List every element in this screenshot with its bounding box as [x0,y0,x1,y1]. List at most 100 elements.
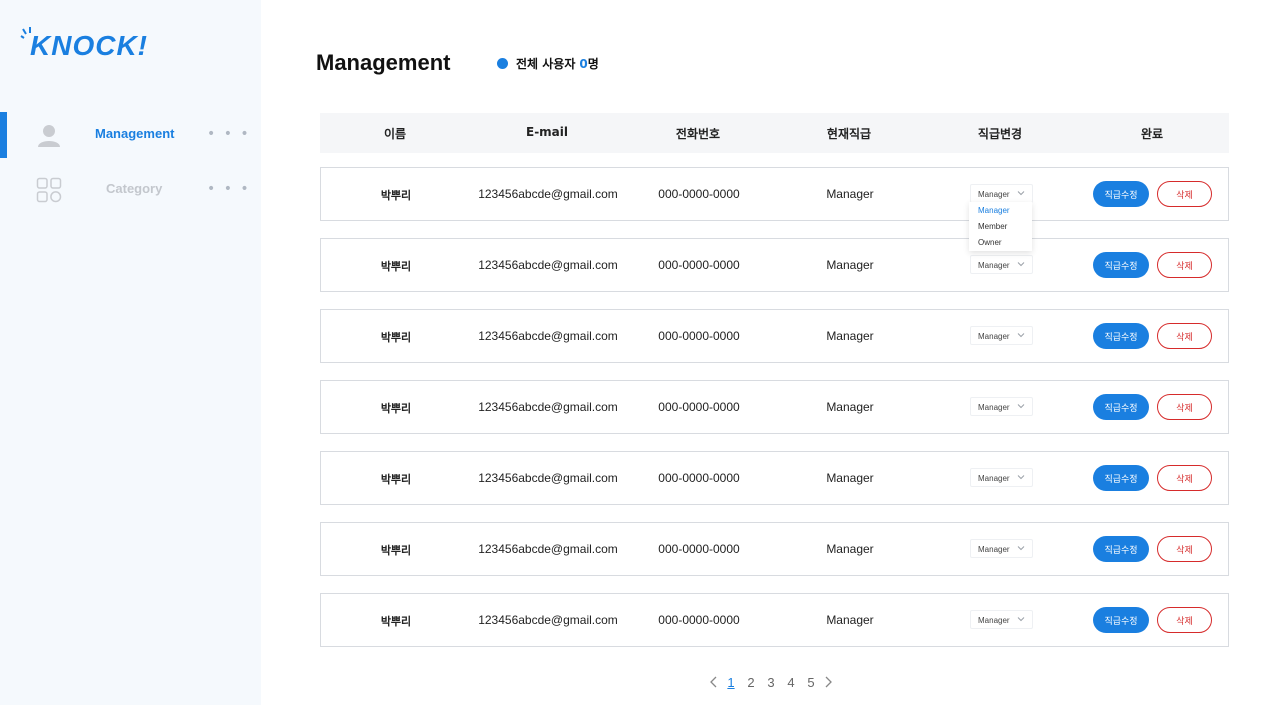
role-select[interactable]: Manager [970,326,1033,345]
role-select-value: Manager [978,403,1010,412]
role-select-value: Manager [978,474,1010,483]
user-name: 박뿌리 [380,402,412,415]
delete-button[interactable]: 삭제 [1157,607,1212,633]
table-row: 박뿌리 123456abcde@gmail.com 000-0000-0000 … [320,522,1229,576]
user-phone: 000-0000-0000 [658,542,740,556]
role-select-value: Manager [978,545,1010,554]
role-select-value: Manager [978,190,1010,199]
delete-button[interactable]: 삭제 [1157,323,1212,349]
edit-role-button[interactable]: 직급수정 [1093,323,1149,349]
user-phone: 000-0000-0000 [658,329,740,343]
user-count-label: 전체 사용자 [516,57,576,71]
dropdown-option-member[interactable]: Member [978,222,1007,231]
edit-role-button[interactable]: 직급수정 [1093,181,1149,207]
edit-role-button[interactable]: 직급수정 [1093,394,1149,420]
current-role: Manager [826,400,874,414]
chevron-left-icon[interactable] [707,675,721,689]
table-row: 박뿌리 123456abcde@gmail.com 000-0000-0000 … [320,593,1229,647]
chevron-down-icon [1017,617,1025,622]
sidebar-item-category[interactable]: Category • • • [0,167,261,213]
delete-button[interactable]: 삭제 [1157,536,1212,562]
chevron-down-icon [1017,191,1025,196]
chevron-right-icon[interactable] [821,675,835,689]
user-name: 박뿌리 [380,615,412,628]
status-dot [497,58,508,69]
sidebar-item-label: Management [95,126,175,141]
edit-role-button[interactable]: 직급수정 [1093,252,1149,278]
table-row: 박뿌리 123456abcde@gmail.com 000-0000-0000 … [320,167,1229,221]
role-select[interactable]: Manager [970,539,1033,558]
page-title: Management [316,50,451,75]
dropdown-option-manager[interactable]: Manager [978,206,1010,215]
role-select[interactable]: Manager [970,255,1033,274]
table-row: 박뿌리 123456abcde@gmail.com 000-0000-0000 … [320,309,1229,363]
grid-icon [36,177,62,203]
sidebar-item-label: Category [106,181,163,196]
user-count: 전체 사용자 0 명 [497,55,599,72]
edit-role-button[interactable]: 직급수정 [1093,465,1149,491]
logo[interactable]: KNOCK! [20,24,160,64]
page-1[interactable]: 1 [721,675,741,690]
edit-role-button[interactable]: 직급수정 [1093,536,1149,562]
role-select[interactable]: Manager [970,468,1033,487]
user-name: 박뿌리 [380,189,412,202]
user-email: 123456abcde@gmail.com [478,400,618,414]
role-select-value: Manager [978,261,1010,270]
delete-button[interactable]: 삭제 [1157,465,1212,491]
table-header: 이름 E-mail 전화번호 현재직급 직급변경 완료 [320,113,1229,153]
column-header-name: 이름 [383,127,407,141]
table-row: 박뿌리 123456abcde@gmail.com 000-0000-0000 … [320,451,1229,505]
user-phone: 000-0000-0000 [658,400,740,414]
delete-button[interactable]: 삭제 [1157,394,1212,420]
column-header-complete: 완료 [1140,127,1164,141]
current-role: Manager [826,542,874,556]
chevron-down-icon [1017,475,1025,480]
user-name: 박뿌리 [380,260,412,273]
edit-role-button[interactable]: 직급수정 [1093,607,1149,633]
delete-button[interactable]: 삭제 [1157,181,1212,207]
page-3[interactable]: 3 [761,675,781,690]
user-count-value: 0 [579,56,588,71]
current-role: Manager [826,187,874,201]
page-5[interactable]: 5 [801,675,821,690]
sidebar-item-management[interactable]: Management • • • [0,112,261,158]
column-header-phone: 전화번호 [675,127,721,141]
role-select[interactable]: Manager [970,184,1033,203]
delete-button[interactable]: 삭제 [1157,252,1212,278]
chevron-down-icon [1017,262,1025,267]
user-email: 123456abcde@gmail.com [478,613,618,627]
current-role: Manager [826,613,874,627]
role-select[interactable]: Manager [970,397,1033,416]
active-indicator [0,112,7,158]
user-icon [38,125,60,147]
column-header-current-role: 현재직급 [826,127,872,141]
column-header-email: E-mail [525,125,569,139]
table-row: 박뿌리 123456abcde@gmail.com 000-0000-0000 … [320,380,1229,434]
user-phone: 000-0000-0000 [658,258,740,272]
user-email: 123456abcde@gmail.com [478,542,618,556]
page-4[interactable]: 4 [781,675,801,690]
sidebar: KNOCK! Management • • • Category • • • [0,0,261,705]
role-dropdown-menu: Manager Member Owner [969,202,1032,251]
chevron-down-icon [1017,333,1025,338]
current-role: Manager [826,329,874,343]
user-name: 박뿌리 [380,473,412,486]
column-header-change-role: 직급변경 [977,127,1023,141]
role-select[interactable]: Manager [970,610,1033,629]
user-phone: 000-0000-0000 [658,613,740,627]
user-count-unit: 명 [587,57,599,71]
page-2[interactable]: 2 [741,675,761,690]
pagination: 1 2 3 4 5 [707,672,835,692]
user-email: 123456abcde@gmail.com [478,258,618,272]
dropdown-option-owner[interactable]: Owner [978,238,1002,247]
user-email: 123456abcde@gmail.com [478,329,618,343]
user-name: 박뿌리 [380,544,412,557]
logo-text: KNOCK! [30,30,148,61]
user-email: 123456abcde@gmail.com [478,471,618,485]
role-select-value: Manager [978,332,1010,341]
more-icon[interactable]: • • • [207,126,251,142]
more-icon[interactable]: • • • [207,181,251,197]
user-email: 123456abcde@gmail.com [478,187,618,201]
user-name: 박뿌리 [380,331,412,344]
chevron-down-icon [1017,546,1025,551]
